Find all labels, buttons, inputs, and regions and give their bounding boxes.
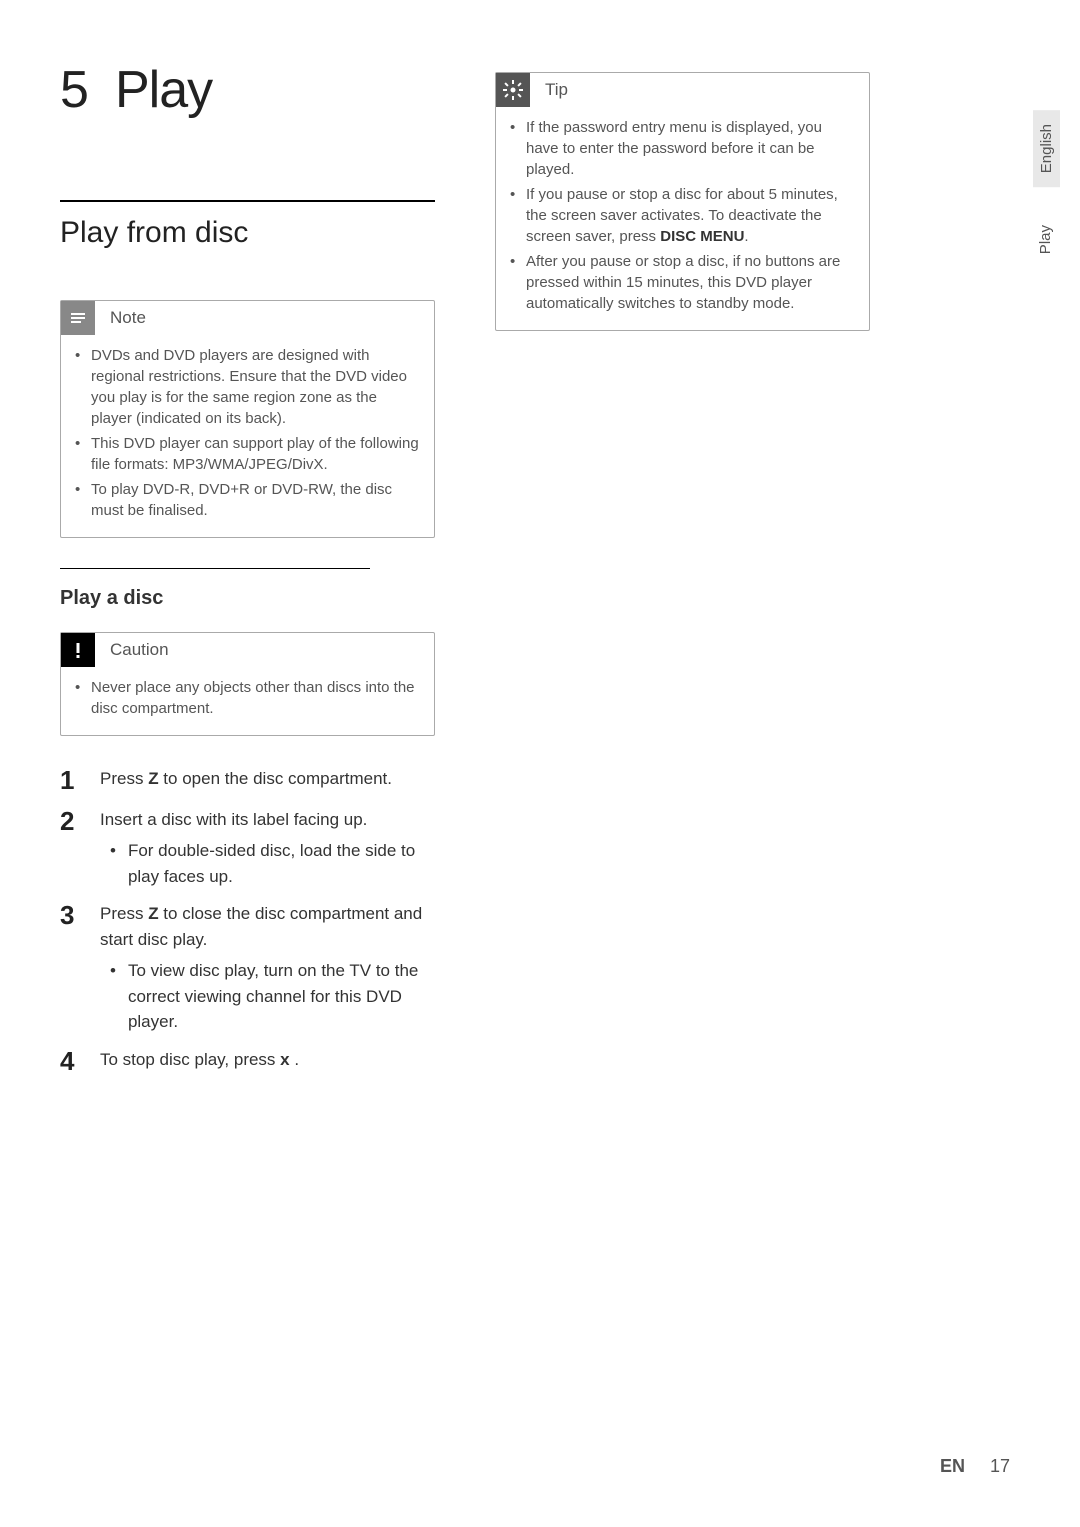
tip-item: If the password entry menu is displayed,… — [508, 117, 857, 180]
note-icon — [61, 301, 95, 335]
subsection-title: Play a disc — [60, 587, 435, 610]
tab-language: English — [1033, 110, 1060, 187]
tab-section: Play — [1033, 217, 1058, 262]
tip-icon — [496, 73, 530, 107]
step-number: 3 — [60, 901, 100, 1035]
step-number: 1 — [60, 766, 100, 795]
note-label: Note — [110, 308, 146, 328]
note-block: Note DVDs and DVD players are designed w… — [60, 300, 435, 538]
step: 4 To stop disc play, press x . — [60, 1047, 435, 1076]
subsection-rule — [60, 568, 370, 569]
step-text: Press — [100, 904, 148, 923]
steps-list: 1 Press Z to open the disc compartment. … — [60, 766, 435, 1075]
step-sub: To view disc play, turn on the TV to the… — [100, 958, 435, 1035]
tip-item: After you pause or stop a disc, if no bu… — [508, 251, 857, 314]
page-footer: EN 17 — [940, 1456, 1010, 1477]
section-title: Play from disc — [60, 216, 435, 250]
step-body: Press Z to close the disc compartment an… — [100, 901, 435, 1035]
note-item: To play DVD-R, DVD+R or DVD-RW, the disc… — [73, 479, 422, 521]
tip-block: Tip If the password entry menu is displa… — [495, 72, 870, 331]
step-symbol: Z — [148, 904, 158, 923]
step-text: To stop disc play, press — [100, 1050, 280, 1069]
step-text: . — [290, 1050, 299, 1069]
chapter-number: 5 — [60, 60, 115, 120]
caution-icon — [61, 633, 95, 667]
step-text: to open the disc compartment. — [159, 769, 392, 788]
section-rule — [60, 200, 435, 202]
step-text: Insert a disc with its label facing up. — [100, 810, 367, 829]
step-sub: For double-sided disc, load the side to … — [100, 838, 435, 889]
step: 1 Press Z to open the disc compartment. — [60, 766, 435, 795]
step-symbol: Z — [148, 769, 158, 788]
tip-label: Tip — [545, 80, 568, 100]
side-tabs: English Play — [1033, 110, 1060, 262]
footer-page: 17 — [990, 1456, 1010, 1476]
caution-block: Caution Never place any objects other th… — [60, 632, 435, 736]
caution-item: Never place any objects other than discs… — [73, 677, 422, 719]
step-number: 4 — [60, 1047, 100, 1076]
step-body: Press Z to open the disc compartment. — [100, 766, 435, 795]
note-item: This DVD player can support play of the … — [73, 433, 422, 475]
step-number: 2 — [60, 807, 100, 890]
tip-item: If you pause or stop a disc for about 5 … — [508, 184, 857, 247]
chapter-title: 5Play — [60, 60, 435, 120]
step-body: Insert a disc with its label facing up. … — [100, 807, 435, 890]
chapter-name: Play — [115, 61, 212, 119]
caution-label: Caution — [110, 640, 169, 660]
step: 3 Press Z to close the disc compartment … — [60, 901, 435, 1035]
footer-lang: EN — [940, 1456, 965, 1476]
step-text: Press — [100, 769, 148, 788]
note-item: DVDs and DVD players are designed with r… — [73, 345, 422, 429]
step-symbol: x — [280, 1050, 289, 1069]
step: 2 Insert a disc with its label facing up… — [60, 807, 435, 890]
step-body: To stop disc play, press x . — [100, 1047, 435, 1076]
